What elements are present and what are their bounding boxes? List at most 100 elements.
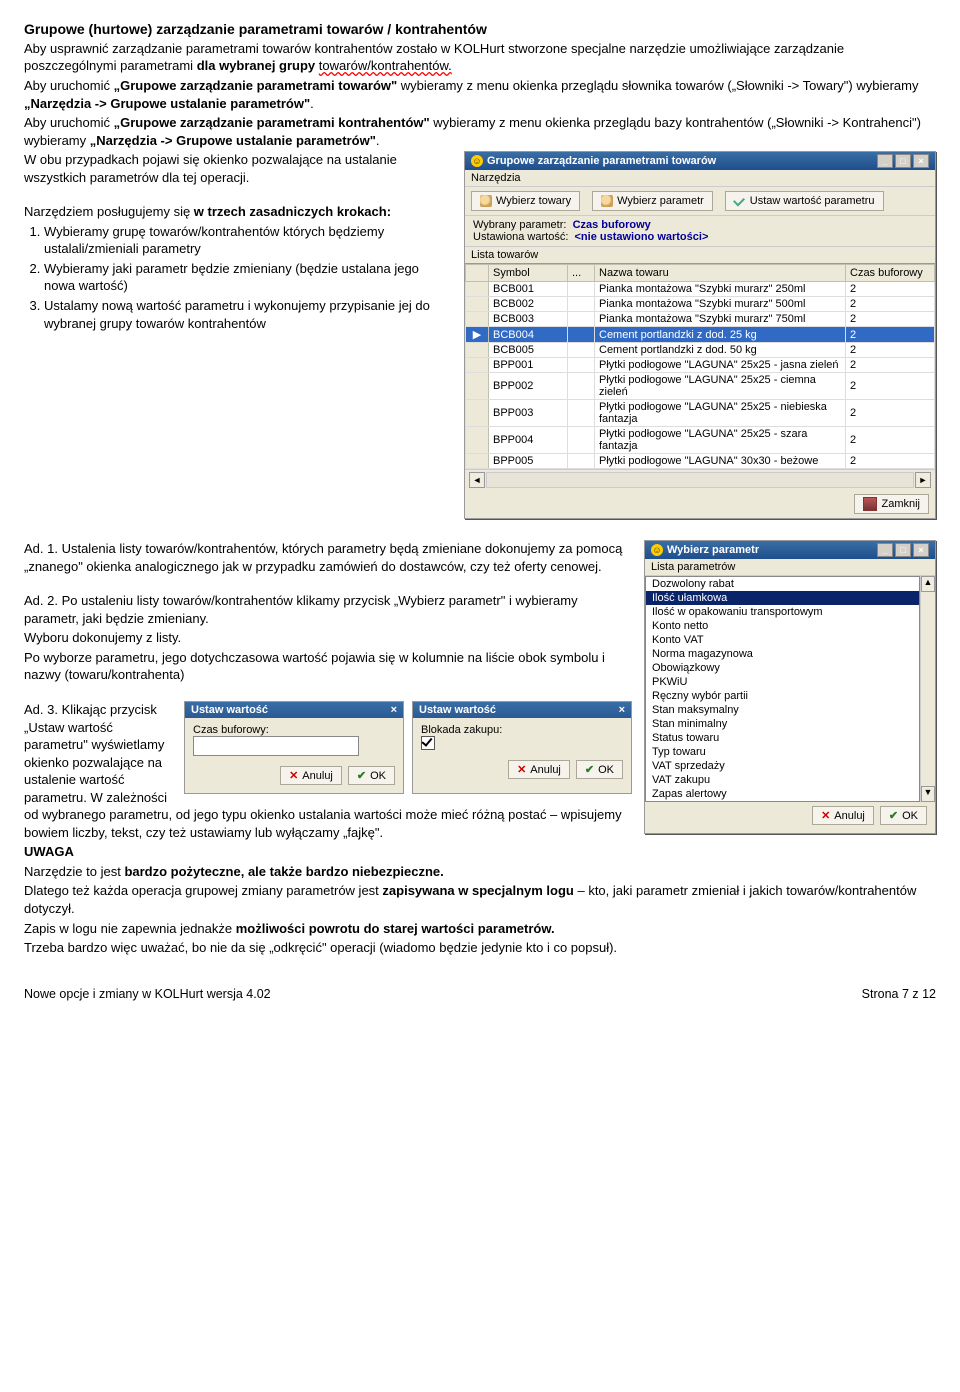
cell-czas: 2 bbox=[846, 297, 935, 312]
list-item[interactable]: VAT zakupu bbox=[646, 773, 919, 787]
cell-nazwa: Pianka montażowa "Szybki murarz" 500ml bbox=[595, 297, 846, 312]
window-titlebar[interactable]: ☺ Grupowe zarządzanie parametrami towaró… bbox=[465, 152, 935, 170]
col-czas[interactable]: Czas buforowy bbox=[846, 265, 935, 282]
check-icon bbox=[734, 195, 746, 207]
p1b: dla wybranej grupy bbox=[197, 58, 315, 73]
btn-label: Wybierz towary bbox=[496, 195, 571, 207]
list-item[interactable]: Ilość w opakowaniu transportowym bbox=[646, 605, 919, 619]
table-row[interactable]: BPP001Płytki podłogowe "LAGUNA" 25x25 - … bbox=[466, 358, 935, 373]
wybierz-towary-button[interactable]: Wybierz towary bbox=[471, 191, 580, 211]
scroll-left-arrow[interactable]: ◄ bbox=[469, 472, 485, 488]
ustaw-wartosc-button[interactable]: Ustaw wartość parametru bbox=[725, 191, 884, 211]
row-marker bbox=[466, 358, 489, 373]
table-row[interactable]: BCB002Pianka montażowa "Szybki murarz" 5… bbox=[466, 297, 935, 312]
wybierz-parametr-button[interactable]: Wybierz parametr bbox=[592, 191, 713, 211]
list-item[interactable]: Zapas alertowy bbox=[646, 787, 919, 801]
uwaga-3: Zapis w logu nie zapewnia jednakże możli… bbox=[24, 920, 936, 938]
hand-icon bbox=[480, 195, 492, 207]
selected-param-value: Czas buforowy bbox=[573, 219, 651, 231]
ok-button[interactable]: ✔OK bbox=[576, 760, 623, 779]
cell-nazwa: Płytki podłogowe "LAGUNA" 30x30 - beżowe bbox=[595, 454, 846, 469]
col-symbol[interactable]: Symbol bbox=[489, 265, 568, 282]
list-item[interactable]: PKWiU bbox=[646, 675, 919, 689]
scroll-up-arrow[interactable]: ▲ bbox=[921, 576, 935, 592]
close-x-button[interactable]: × bbox=[619, 704, 625, 716]
list-item[interactable]: Konto netto bbox=[646, 619, 919, 633]
anuluj-button[interactable]: ✕Anuluj bbox=[812, 806, 874, 825]
intro-paragraph: Aby usprawnić zarządzanie parametrami to… bbox=[24, 40, 936, 75]
anuluj-button[interactable]: ✕Anuluj bbox=[280, 766, 342, 785]
table-row[interactable]: BPP005Płytki podłogowe "LAGUNA" 30x30 - … bbox=[466, 454, 935, 469]
list-item[interactable]: Konto VAT bbox=[646, 633, 919, 647]
menubar[interactable]: Narzędzia bbox=[465, 170, 935, 187]
cancel-icon: ✕ bbox=[517, 763, 526, 776]
btn-label: OK bbox=[598, 764, 614, 776]
cell-symbol: BCB005 bbox=[489, 343, 568, 358]
ok-icon: ✔ bbox=[357, 769, 366, 782]
cell-nazwa: Cement portlandzki z dod. 25 kg bbox=[595, 327, 846, 343]
list-item[interactable]: VAT sprzedaży bbox=[646, 759, 919, 773]
zamknij-button[interactable]: Zamknij bbox=[854, 494, 929, 514]
window-titlebar[interactable]: ☺ Wybierz parametr _ □ × bbox=[645, 541, 935, 559]
list-item[interactable]: Norma magazynowa bbox=[646, 647, 919, 661]
row-marker bbox=[466, 373, 489, 400]
minimize-button[interactable]: _ bbox=[877, 154, 893, 168]
menubar[interactable]: Lista parametrów bbox=[645, 559, 935, 576]
run-kontr-paragraph: Aby uruchomić „Grupowe zarządzanie param… bbox=[24, 114, 936, 149]
col-sort[interactable]: ... bbox=[568, 265, 595, 282]
table-row[interactable]: BPP004Płytki podłogowe "LAGUNA" 25x25 - … bbox=[466, 427, 935, 454]
czas-buforowy-input[interactable] bbox=[193, 736, 359, 756]
towary-grid[interactable]: Symbol ... Nazwa towaru Czas buforowy BC… bbox=[465, 264, 935, 469]
list-item[interactable]: Typ towaru bbox=[646, 745, 919, 759]
maximize-button[interactable]: □ bbox=[895, 154, 911, 168]
cell-blank bbox=[568, 373, 595, 400]
list-item[interactable]: Status towaru bbox=[646, 731, 919, 745]
t: . bbox=[310, 96, 314, 111]
footer-left: Nowe opcje i zmiany w KOLHurt wersja 4.0… bbox=[24, 987, 271, 1001]
scroll-right-arrow[interactable]: ► bbox=[915, 472, 931, 488]
table-row[interactable]: ▶BCB004Cement portlandzki z dod. 25 kg2 bbox=[466, 327, 935, 343]
row-marker bbox=[466, 454, 489, 469]
table-row[interactable]: BCB001Pianka montażowa "Szybki murarz" 2… bbox=[466, 282, 935, 297]
list-item[interactable]: Dozwolony rabat bbox=[646, 577, 919, 591]
cell-blank bbox=[568, 427, 595, 454]
ok-icon: ✔ bbox=[889, 809, 898, 822]
close-x-button[interactable]: × bbox=[913, 154, 929, 168]
horizontal-scrollbar[interactable]: ◄ ► bbox=[465, 469, 935, 490]
table-row[interactable]: BPP003Płytki podłogowe "LAGUNA" 25x25 - … bbox=[466, 400, 935, 427]
vertical-scrollbar[interactable]: ▲ ▼ bbox=[920, 576, 935, 802]
t: „Narzędzia -> Grupowe ustalanie parametr… bbox=[24, 96, 310, 111]
ok-button[interactable]: ✔OK bbox=[348, 766, 395, 785]
btn-label: Ustaw wartość parametru bbox=[750, 195, 875, 207]
dialog-title: Ustaw wartość bbox=[191, 704, 268, 716]
blokada-checkbox[interactable] bbox=[421, 736, 435, 750]
parametr-listbox[interactable]: Dozwolony rabatIlość ułamkowaIlość w opa… bbox=[645, 576, 920, 802]
table-row[interactable]: BCB003Pianka montażowa "Szybki murarz" 7… bbox=[466, 312, 935, 327]
footer-right: Strona 7 z 12 bbox=[862, 987, 936, 1001]
cell-symbol: BCB003 bbox=[489, 312, 568, 327]
table-row[interactable]: BPP002Płytki podłogowe "LAGUNA" 25x25 - … bbox=[466, 373, 935, 400]
col-nazwa[interactable]: Nazwa towaru bbox=[595, 265, 846, 282]
window-grupowe-parametry: ☺ Grupowe zarządzanie parametrami towaró… bbox=[464, 151, 936, 519]
list-item[interactable]: Stan maksymalny bbox=[646, 703, 919, 717]
scroll-down-arrow[interactable]: ▼ bbox=[921, 786, 935, 802]
list-item[interactable]: Stan minimalny bbox=[646, 717, 919, 731]
cell-czas: 2 bbox=[846, 327, 935, 343]
table-row[interactable]: BCB005Cement portlandzki z dod. 50 kg2 bbox=[466, 343, 935, 358]
close-x-button[interactable]: × bbox=[913, 543, 929, 557]
cancel-icon: ✕ bbox=[821, 809, 830, 822]
minimize-button[interactable]: _ bbox=[877, 543, 893, 557]
door-icon bbox=[863, 497, 877, 511]
ok-button[interactable]: ✔OK bbox=[880, 806, 927, 825]
list-item[interactable]: Ręczny wybór partii bbox=[646, 689, 919, 703]
anuluj-button[interactable]: ✕Anuluj bbox=[508, 760, 570, 779]
cell-blank bbox=[568, 358, 595, 373]
maximize-button[interactable]: □ bbox=[895, 543, 911, 557]
uwaga-heading: UWAGA bbox=[24, 843, 936, 861]
close-x-button[interactable]: × bbox=[391, 704, 397, 716]
list-item[interactable]: Obowiązkowy bbox=[646, 661, 919, 675]
dialog-ustaw-czas: Ustaw wartość× Czas buforowy: ✕Anuluj ✔O… bbox=[184, 701, 404, 794]
list-item[interactable]: Ilość ułamkowa bbox=[646, 591, 919, 605]
cell-czas: 2 bbox=[846, 358, 935, 373]
scroll-track[interactable] bbox=[486, 472, 914, 488]
